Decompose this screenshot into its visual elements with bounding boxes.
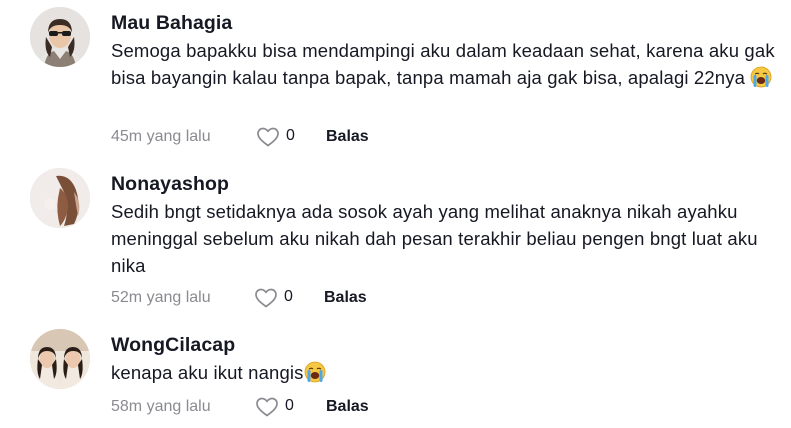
like-count: 0: [285, 397, 294, 414]
reply-button[interactable]: Balas: [326, 398, 369, 416]
avatar[interactable]: [30, 329, 90, 389]
reply-button[interactable]: Balas: [324, 289, 367, 307]
username[interactable]: Nonayashop: [111, 173, 229, 196]
username[interactable]: Mau Bahagia: [111, 12, 232, 35]
comment-time: 58m yang lalu: [111, 398, 211, 415]
username[interactable]: WongCilacap: [111, 334, 235, 357]
like-button[interactable]: [255, 396, 279, 418]
comment-meta: 52m yang lalu 0 Balas: [111, 287, 411, 309]
avatar[interactable]: [30, 7, 90, 67]
comment-text-content: Semoga bapakku bisa mendampingi aku dala…: [111, 40, 775, 88]
comment-text: kenapa aku ikut nangis: [111, 359, 781, 386]
heart-icon: [255, 288, 277, 308]
like-count: 0: [284, 288, 293, 305]
loudly-crying-face-icon: [750, 66, 772, 88]
comment-text: Sedih bngt setidaknya ada sosok ayah yan…: [111, 198, 781, 279]
comment-time: 52m yang lalu: [111, 289, 211, 306]
avatar-image: [30, 329, 90, 389]
like-button[interactable]: [254, 287, 278, 309]
like-count: 0: [286, 127, 295, 144]
heart-icon: [256, 397, 278, 417]
loudly-crying-face-icon: [304, 361, 325, 383]
avatar-image: [30, 7, 90, 67]
heart-icon: [257, 127, 279, 147]
comment-text-content: Sedih bngt setidaknya ada sosok ayah yan…: [111, 201, 758, 276]
comment-text: Semoga bapakku bisa mendampingi aku dala…: [111, 37, 781, 91]
comment-meta: 58m yang lalu 0 Balas: [111, 396, 411, 418]
like-button[interactable]: [256, 126, 280, 148]
comment-text-content: kenapa aku ikut nangis: [111, 362, 304, 383]
avatar[interactable]: [30, 168, 90, 228]
comment-meta: 45m yang lalu 0 Balas: [111, 126, 411, 148]
reply-button[interactable]: Balas: [326, 128, 369, 146]
avatar-image: [30, 168, 90, 228]
comment-time: 45m yang lalu: [111, 128, 211, 145]
